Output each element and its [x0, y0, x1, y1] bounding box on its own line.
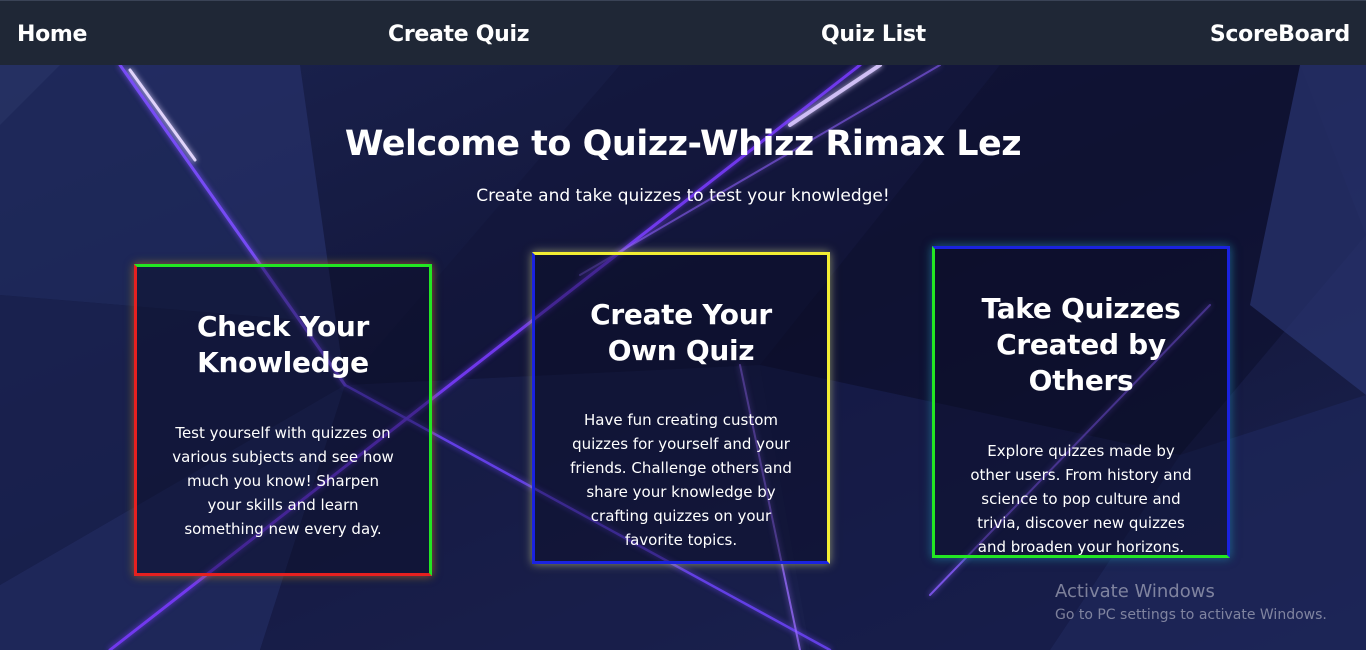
watermark-subtitle: Go to PC settings to activate Windows. [1055, 607, 1327, 623]
card-title: Create Your Own Quiz [590, 298, 772, 367]
page-subtitle: Create and take quizzes to test your kno… [476, 186, 890, 206]
nav-link-home[interactable]: Home [17, 21, 87, 49]
activate-windows-watermark: Activate Windows Go to PC settings to ac… [1055, 581, 1327, 625]
page-title: Welcome to Quizz-Whizz Rimax Lez [344, 124, 1022, 164]
feature-card-create-quiz: Create Your Own Quiz Have fun creating c… [532, 252, 830, 564]
card-title: Take Quizzes Created by Others [981, 292, 1181, 397]
card-description: Explore quizzes made by other users. Fro… [970, 442, 1192, 556]
card-description: Test yourself with quizzes on various su… [172, 424, 394, 538]
feature-card-check-knowledge: Check Your Knowledge Test yourself with … [134, 264, 432, 576]
nav-link-scoreboard[interactable]: ScoreBoard [1210, 21, 1350, 49]
nav-link-quiz-list[interactable]: Quiz List [821, 21, 926, 49]
top-navbar: Home Create Quiz Quiz List ScoreBoard [0, 0, 1366, 65]
watermark-title: Activate Windows [1055, 581, 1215, 602]
card-description: Have fun creating custom quizzes for you… [570, 411, 792, 549]
feature-card-take-quizzes: Take Quizzes Created by Others Explore q… [932, 246, 1230, 558]
card-title: Check Your Knowledge [196, 310, 370, 379]
nav-link-create-quiz[interactable]: Create Quiz [388, 21, 530, 49]
quiz-home-page: Home Create Quiz Quiz List ScoreBoard We… [0, 0, 1366, 650]
